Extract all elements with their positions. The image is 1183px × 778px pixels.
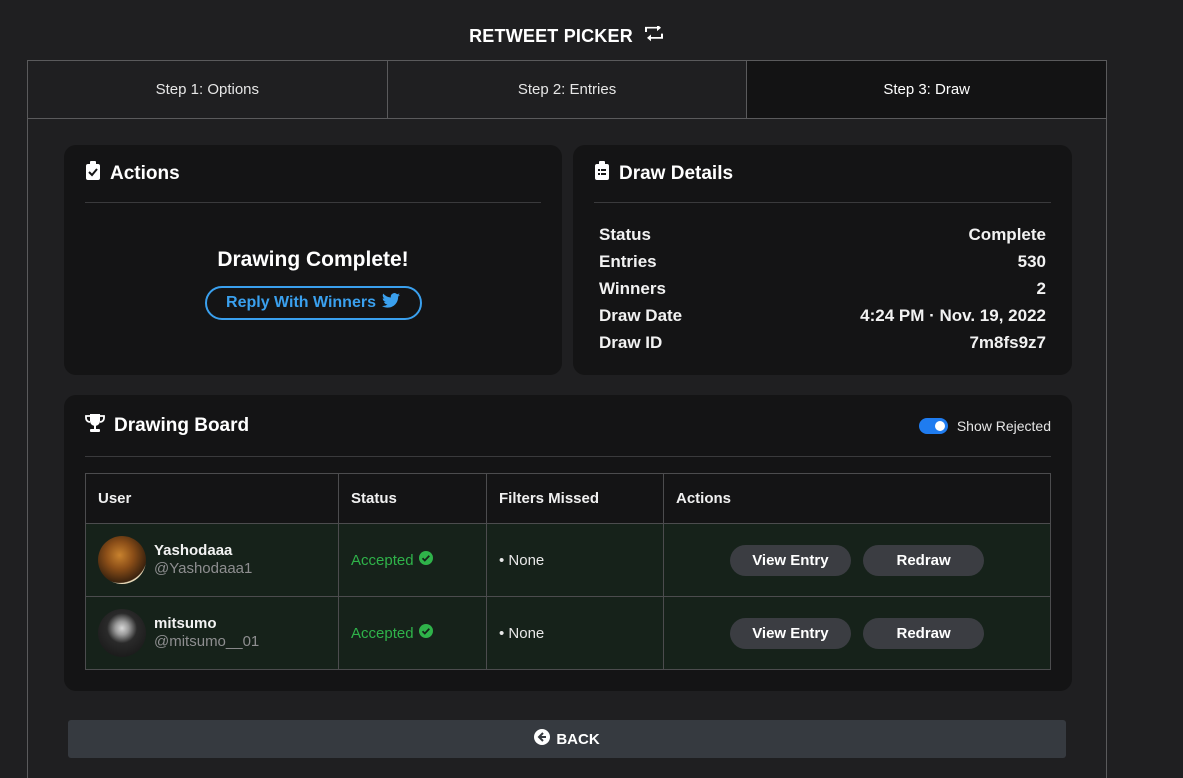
user-cell: Yashodaaa @Yashodaaa1 xyxy=(85,523,339,597)
check-circle-icon xyxy=(418,551,433,569)
detail-label: Winners xyxy=(599,278,666,298)
user-cell: mitsumo @mitsumo__01 xyxy=(85,596,339,670)
draw-details-header: Draw Details xyxy=(594,145,1051,203)
detail-value: 2 xyxy=(1036,278,1046,298)
user-text: mitsumo @mitsumo__01 xyxy=(154,615,259,651)
detail-row-entries: Entries 530 xyxy=(599,248,1046,275)
draw-details-card: Draw Details Status Complete Entries 530 W… xyxy=(573,145,1072,375)
user-info: Yashodaaa @Yashodaaa1 xyxy=(98,536,338,584)
column-header-user: User xyxy=(85,473,339,524)
view-entry-button[interactable]: View Entry xyxy=(729,617,851,649)
back-button[interactable]: BACK xyxy=(68,720,1066,758)
status-badge: Accepted xyxy=(351,551,486,569)
tab-step-1-options[interactable]: Step 1: Options xyxy=(28,61,388,118)
user-name[interactable]: Yashodaaa xyxy=(154,542,252,560)
reply-button-label: Reply With Winners xyxy=(226,294,376,311)
drawing-board-table: User Status Filters Missed Actions Yasho… xyxy=(85,473,1051,670)
detail-row-draw-id: Draw ID 7m8fs9z7 xyxy=(599,329,1046,356)
user-text: Yashodaaa @Yashodaaa1 xyxy=(154,542,252,578)
status-text: Accepted xyxy=(351,551,414,569)
trophy-icon xyxy=(85,413,105,438)
drawing-complete-message: Drawing Complete! xyxy=(217,248,409,271)
column-header-actions: Actions xyxy=(663,473,1051,524)
detail-value: 4:24 PM · Nov. 19, 2022 xyxy=(860,305,1046,325)
show-rejected-label: Show Rejected xyxy=(956,417,1051,434)
app-title: RETWEET PICKER xyxy=(469,26,633,46)
status-text: Accepted xyxy=(351,624,414,642)
filters-missed-cell: • None xyxy=(486,523,664,597)
detail-value: 7m8fs9z7 xyxy=(969,332,1046,352)
toggle-knob xyxy=(934,420,945,431)
detail-value: Complete xyxy=(968,224,1046,244)
tab-step-2-entries[interactable]: Step 2: Entries xyxy=(387,61,748,118)
back-button-label: BACK xyxy=(556,730,600,748)
show-rejected-control: Show Rejected xyxy=(918,417,1051,434)
column-header-filters-missed: Filters Missed xyxy=(486,473,664,524)
row-actions-cell: View Entry Redraw xyxy=(663,523,1051,597)
detail-row-winners: Winners 2 xyxy=(599,275,1046,302)
retweet-icon xyxy=(643,24,665,47)
column-header-status: Status xyxy=(338,473,487,524)
back-arrow-icon xyxy=(534,729,551,749)
redraw-button[interactable]: Redraw xyxy=(863,617,985,649)
row-actions-cell: View Entry Redraw xyxy=(663,596,1051,670)
avatar[interactable] xyxy=(98,536,146,584)
user-handle[interactable]: @mitsumo__01 xyxy=(154,633,259,651)
table-row: Yashodaaa @Yashodaaa1 Accepted • None Vi… xyxy=(85,523,1051,597)
drawing-board-title: Drawing Board xyxy=(114,414,250,436)
reply-with-winners-button[interactable]: Reply With Winners xyxy=(204,286,422,320)
status-badge: Accepted xyxy=(351,624,486,642)
show-rejected-toggle[interactable] xyxy=(918,417,948,434)
actions-card: Actions Drawing Complete! Reply With Win… xyxy=(64,145,562,375)
detail-label: Draw Date xyxy=(599,305,683,325)
detail-row-draw-date: Draw Date 4:24 PM · Nov. 19, 2022 xyxy=(599,302,1046,329)
twitter-icon xyxy=(381,293,400,313)
drawing-board-title-group: Drawing Board xyxy=(85,413,250,438)
view-entry-button[interactable]: View Entry xyxy=(729,544,851,576)
redraw-button[interactable]: Redraw xyxy=(863,544,985,576)
drawing-board-card: Drawing Board Show Rejected User Status … xyxy=(64,395,1072,691)
clipboard-check-icon xyxy=(85,161,101,186)
table-row: mitsumo @mitsumo__01 Accepted • None Vie… xyxy=(85,596,1051,670)
detail-label: Draw ID xyxy=(599,332,663,352)
actions-card-title: Actions xyxy=(110,162,180,184)
status-cell: Accepted xyxy=(338,596,487,670)
avatar[interactable] xyxy=(98,609,146,657)
drawing-board-header: Drawing Board Show Rejected xyxy=(85,395,1051,457)
page-title: RETWEET PICKER xyxy=(0,24,1134,47)
detail-value: 530 xyxy=(1017,251,1046,271)
draw-details-list: Status Complete Entries 530 Winners 2 Draw … xyxy=(573,203,1072,356)
filters-missed-cell: • None xyxy=(486,596,664,670)
detail-row-status: Status Complete xyxy=(599,221,1046,248)
user-info: mitsumo @mitsumo__01 xyxy=(98,609,338,657)
status-cell: Accepted xyxy=(338,523,487,597)
clipboard-list-icon xyxy=(594,161,610,186)
table-header-row: User Status Filters Missed Actions xyxy=(85,473,1051,524)
check-circle-icon xyxy=(418,624,433,642)
draw-details-title: Draw Details xyxy=(619,162,734,184)
detail-label: Entries xyxy=(599,251,657,271)
actions-card-header: Actions xyxy=(85,145,541,203)
user-name[interactable]: mitsumo xyxy=(154,615,259,633)
user-handle[interactable]: @Yashodaaa1 xyxy=(154,560,252,578)
detail-label: Status xyxy=(599,224,651,244)
step-tabs: Step 1: Options Step 2: Entries Step 3: … xyxy=(28,61,1107,119)
wizard-frame: Step 1: Options Step 2: Entries Step 3: … xyxy=(27,60,1107,778)
tab-step-3-draw[interactable]: Step 3: Draw xyxy=(747,61,1107,118)
